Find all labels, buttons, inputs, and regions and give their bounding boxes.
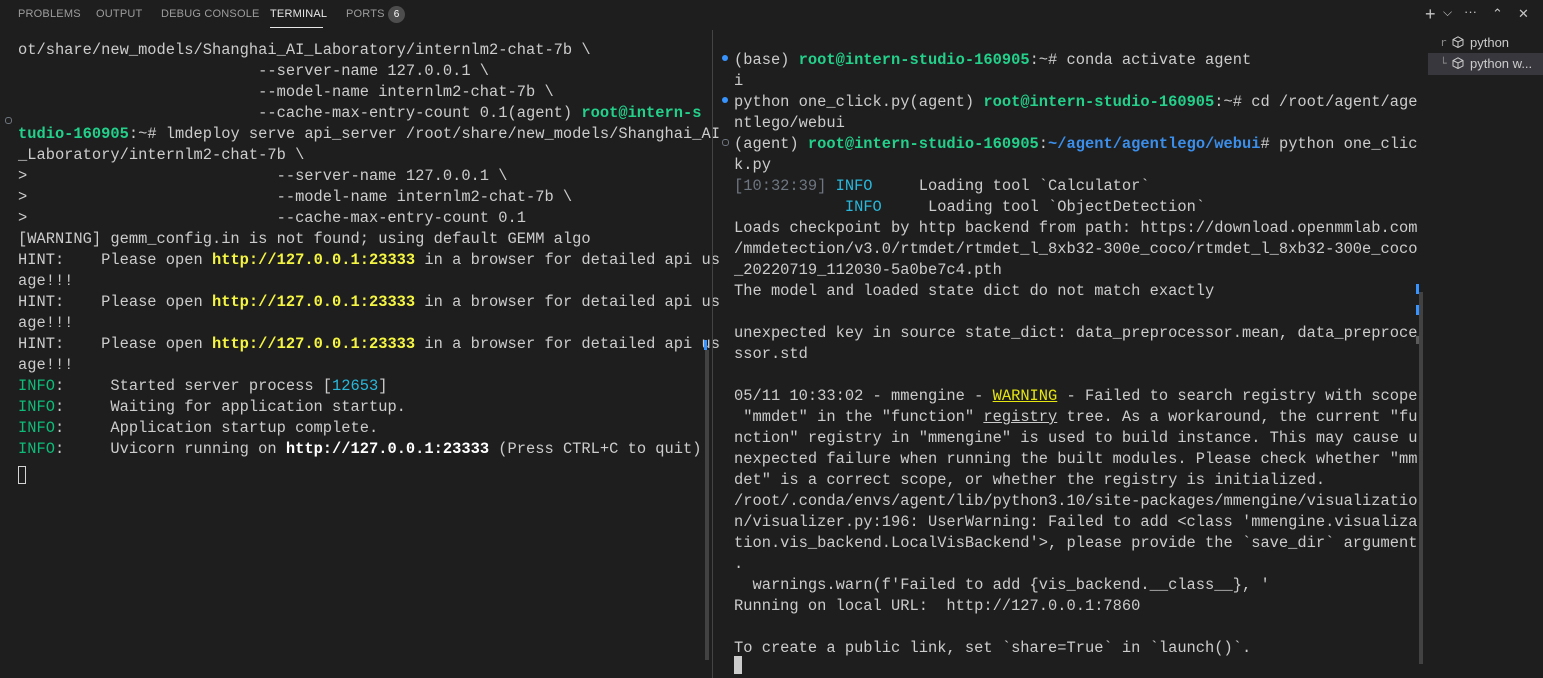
terminal-line: INFO: Uvicorn running on http://127.0.0.… (18, 440, 702, 458)
terminal-line: nction" registry in "mmengine" is used t… (734, 429, 1418, 447)
close-panel-icon[interactable]: ✕ (1518, 6, 1529, 22)
terminal-line: "mmdet" in the "function" registry tree.… (734, 408, 1418, 426)
tab-problems[interactable]: PROBLEMS (18, 8, 81, 20)
terminal-line: INFO: Waiting for application startup. (18, 398, 406, 416)
terminal-cursor (734, 656, 742, 674)
terminal-line: INFO Loading tool `ObjectDetection` (835, 198, 1206, 216)
terminal-icon (1452, 57, 1464, 69)
terminal-line: tion.vis_backend.LocalVisBackend'>, plea… (734, 534, 1418, 552)
terminal-line: age!!! (18, 272, 74, 290)
terminal-tab-label: python (1470, 35, 1510, 50)
terminal-tab-label: python w... (1470, 56, 1533, 71)
scroll-marker (1416, 305, 1419, 315)
terminal-line: ot/share/new_models/Shanghai_AI_Laborato… (18, 41, 591, 59)
terminal-line: /root/.conda/envs/agent/lib/python3.10/s… (734, 492, 1418, 510)
terminal-line: _Laboratory/internlm2-chat-7b \ (18, 146, 305, 164)
terminal-line: > --model-name internlm2-chat-7b \ (18, 188, 573, 206)
terminal-line: n/visualizer.py:196: UserWarning: Failed… (734, 513, 1418, 531)
terminal-line: nexpected failure when running the built… (734, 450, 1418, 468)
new-terminal-icon[interactable]: + (1425, 4, 1436, 25)
terminal-line: unexpected key in source state_dict: dat… (734, 324, 1418, 342)
terminal-line: --cache-max-entry-count 0.1(agent) root@… (18, 104, 702, 122)
chevron-down-icon[interactable]: ⌵ (1443, 5, 1452, 20)
terminal-tab-python[interactable]: r python (1428, 32, 1543, 54)
command-decoration-icon[interactable] (722, 139, 729, 146)
scroll-marker (704, 340, 707, 350)
terminal-tab-python-selected[interactable]: └ python w... (1428, 53, 1543, 75)
maximize-panel-icon[interactable]: ⌃ (1492, 6, 1503, 22)
terminal-line: INFO: Started server process [12653] (18, 377, 388, 395)
terminal-line: --server-name 127.0.0.1 \ (18, 62, 490, 80)
terminal-line: ntlego/webui (734, 114, 845, 132)
terminal-icon (1452, 36, 1464, 48)
left-terminal-scrollbar[interactable] (705, 350, 709, 660)
more-actions-icon[interactable]: ··· (1464, 4, 1477, 19)
terminal-line: (agent) root@intern-studio-160905:~/agen… (734, 135, 1418, 153)
terminal-line: k.py (734, 156, 771, 174)
terminal-line: HINT: Please open http://127.0.0.1:23333… (18, 335, 720, 353)
scroll-marker (1416, 284, 1419, 294)
hint-url-link[interactable]: http://127.0.0.1:23333 (212, 335, 415, 353)
terminal-line: > --cache-max-entry-count 0.1 (18, 209, 526, 227)
scroll-marker (1416, 336, 1419, 344)
terminal-tabs-list: r python └ python w... (1428, 30, 1543, 678)
tab-output[interactable]: OUTPUT (96, 8, 142, 20)
terminal-line: ssor.std (734, 345, 808, 363)
terminal-line: i (734, 72, 744, 90)
terminal-right[interactable]: (base) root@intern-studio-160905:~# cond… (734, 40, 1418, 674)
terminal-line: Loads checkpoint by http backend from pa… (734, 219, 1418, 237)
tab-debug-console[interactable]: DEBUG CONSOLE (161, 8, 260, 20)
terminal-cursor (18, 466, 26, 484)
panel-tab-bar: PROBLEMS OUTPUT DEBUG CONSOLE TERMINAL P… (0, 0, 1543, 30)
ports-count-badge: 6 (388, 6, 405, 23)
terminal-line: _20220719_112030-5a0be7c4.pth (734, 261, 1002, 279)
uvicorn-url-link[interactable]: http://127.0.0.1:23333 (286, 440, 489, 458)
terminal-line: Running on local URL: http://127.0.0.1:7… (734, 597, 1141, 615)
tab-ports[interactable]: PORTS (346, 8, 385, 20)
terminal-line: /mmdetection/v3.0/rtmdet/rtmdet_l_8xb32-… (734, 240, 1418, 258)
terminal-line: [WARNING] gemm_config.in is not found; u… (18, 230, 591, 248)
terminal-line: age!!! (18, 314, 74, 332)
terminal-line: HINT: Please open http://127.0.0.1:23333… (18, 251, 720, 269)
hint-url-link[interactable]: http://127.0.0.1:23333 (212, 293, 415, 311)
terminal-line: age!!! (18, 356, 74, 374)
active-tab-indicator (270, 27, 323, 28)
terminal-line: --model-name internlm2-chat-7b \ (18, 83, 554, 101)
right-terminal-scrollbar[interactable] (1419, 292, 1423, 664)
terminal-line: det" is a correct scope, or whether the … (734, 471, 1326, 489)
terminal-line: The model and loaded state dict do not m… (734, 282, 1215, 300)
terminal-line: python one_click.py(agent) root@intern-s… (734, 93, 1418, 111)
terminal-line: 05/11 10:33:02 - mmengine - WARNING - Fa… (734, 387, 1418, 405)
split-divider[interactable] (712, 30, 713, 678)
hint-url-link[interactable]: http://127.0.0.1:23333 (212, 251, 415, 269)
terminal-line: warnings.warn(f'Failed to add {vis_backe… (734, 576, 1270, 594)
terminal-line: . (734, 555, 744, 573)
command-success-icon[interactable] (722, 55, 728, 61)
terminal-line: To create a public link, set `share=True… (734, 639, 1252, 657)
tab-terminal[interactable]: TERMINAL (270, 8, 327, 20)
terminal-line: (base) root@intern-studio-160905:~# cond… (734, 51, 1252, 69)
terminal-line: INFO: Application startup complete. (18, 419, 379, 437)
terminal-line: tudio-160905:~# lmdeploy serve api_serve… (18, 125, 720, 143)
terminal-line: HINT: Please open http://127.0.0.1:23333… (18, 293, 720, 311)
terminal-line: [10:32:39] INFO Loading tool `Calculator… (734, 177, 1150, 195)
command-decoration-icon[interactable] (5, 117, 12, 124)
terminal-left[interactable]: ot/share/new_models/Shanghai_AI_Laborato… (18, 40, 720, 502)
terminal-line: > --server-name 127.0.0.1 \ (18, 167, 508, 185)
command-success-icon[interactable] (722, 97, 728, 103)
